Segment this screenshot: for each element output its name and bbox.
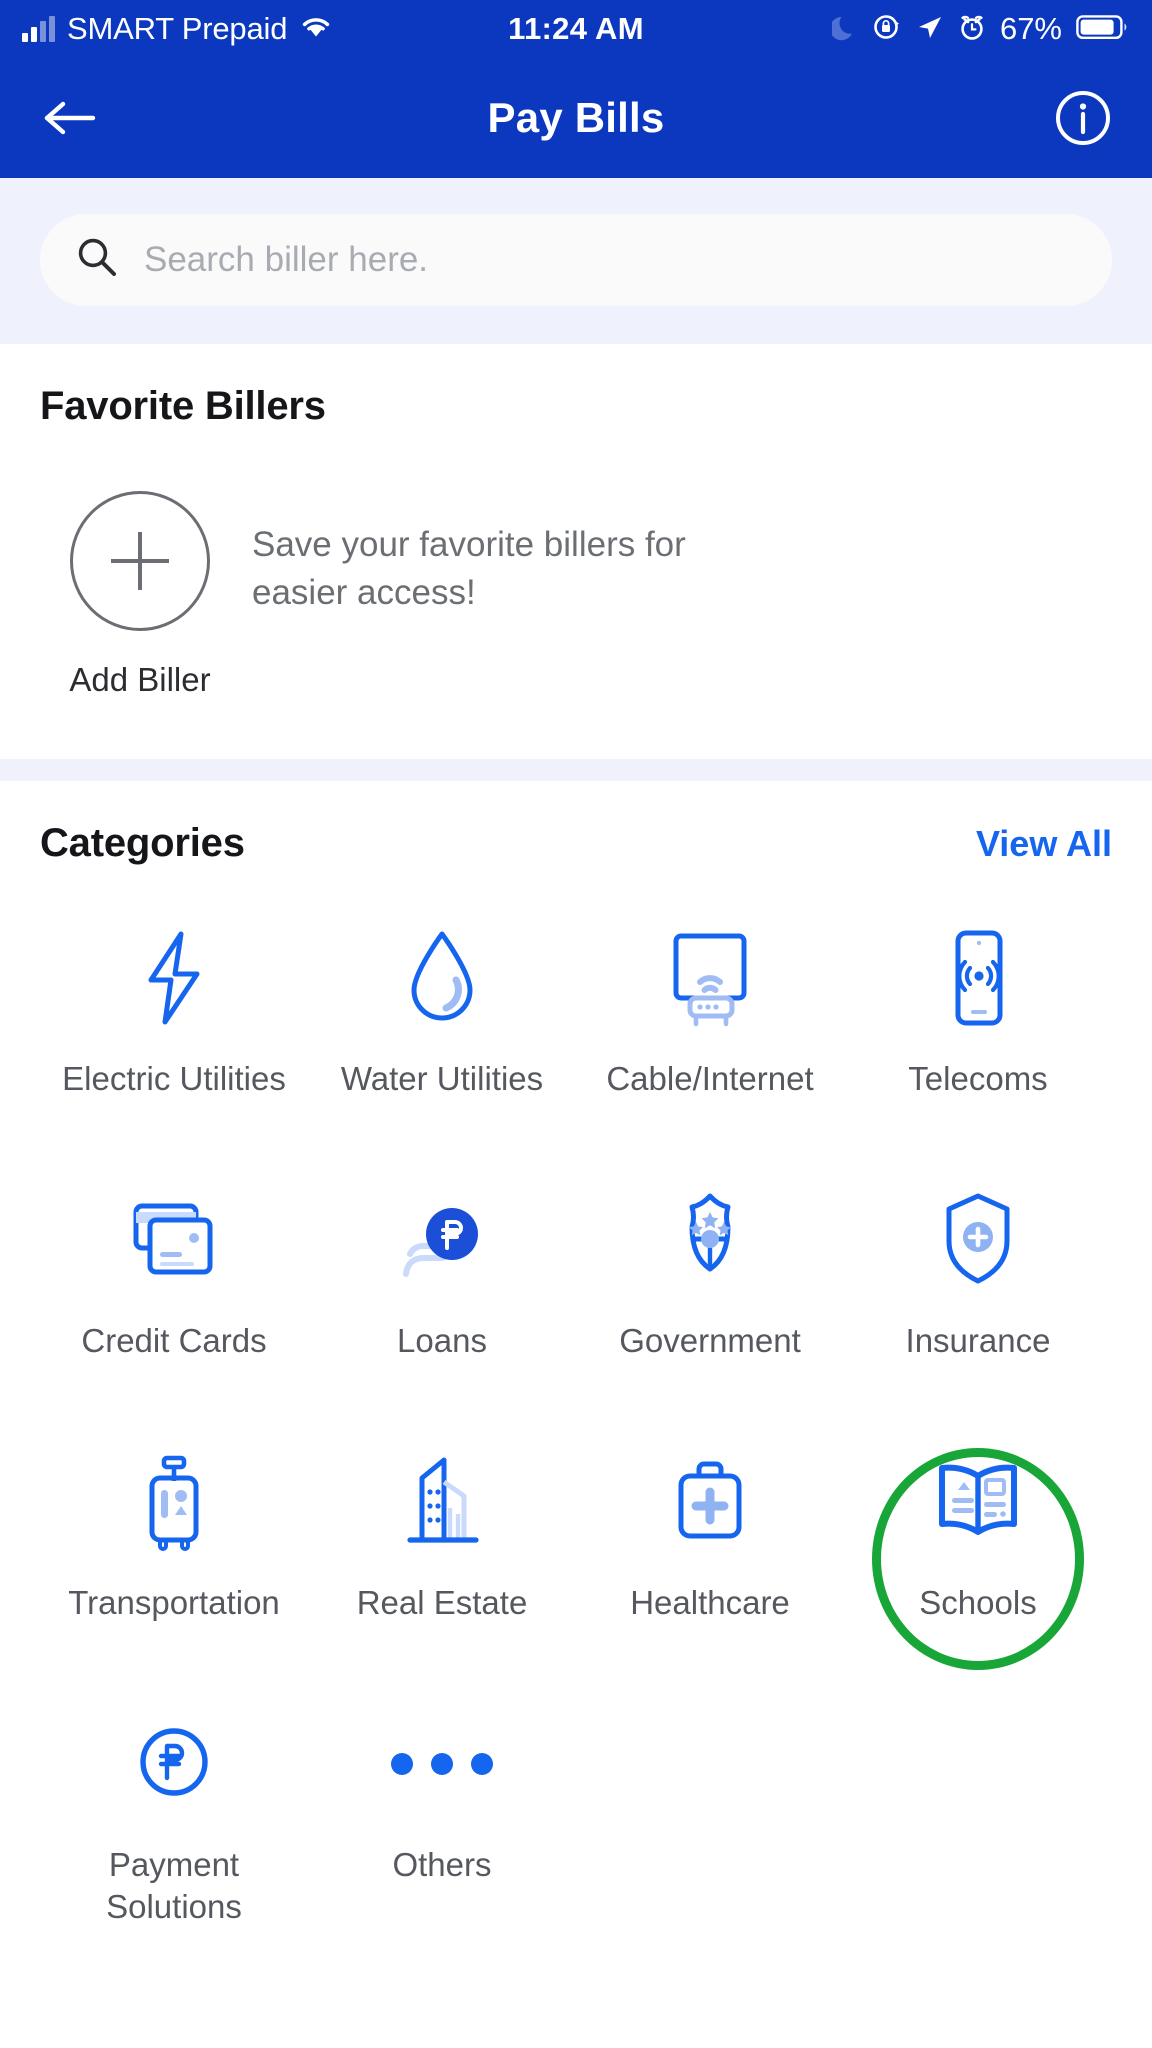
add-biller-button[interactable]: Add Biller (40, 491, 240, 699)
category-label: Cable/Internet (606, 1060, 814, 1097)
category-government[interactable]: Government (576, 1166, 844, 1428)
add-biller-label: Add Biller (69, 661, 211, 698)
category-credit-cards[interactable]: Credit Cards (40, 1166, 308, 1428)
category-others[interactable]: Others (308, 1690, 576, 1952)
luggage-icon (134, 1450, 214, 1554)
hand-peso-coin-icon (390, 1188, 494, 1292)
category-label: Government (619, 1322, 801, 1359)
buildings-icon (392, 1450, 492, 1554)
category-label: Payment Solutions (106, 1846, 242, 1926)
battery-percent-label: 67% (999, 11, 1062, 46)
peso-circle-icon (130, 1712, 218, 1816)
category-cable-internet[interactable]: Cable/Internet (576, 904, 844, 1166)
category-label: Insurance (905, 1322, 1051, 1359)
info-circle-icon (1056, 91, 1110, 145)
category-electric-utilities[interactable]: Electric Utilities (40, 904, 308, 1166)
favorite-billers-section: Favorite Billers Add Biller Save your fa… (0, 344, 1152, 759)
search-placeholder: Search biller here. (144, 240, 429, 279)
alarm-icon (958, 12, 986, 47)
category-healthcare[interactable]: Healthcare (576, 1428, 844, 1690)
category-real-estate[interactable]: Real Estate (308, 1428, 576, 1690)
categories-grid: Electric Utilities Water Utilities Cable… (40, 904, 1112, 1952)
categories-section: Categories View All Electric Utilities W… (0, 781, 1152, 1952)
tv-router-icon (658, 926, 762, 1030)
search-input[interactable]: Search biller here. (40, 214, 1112, 306)
search-icon (74, 235, 120, 286)
category-schools[interactable]: Schools (844, 1428, 1112, 1690)
arrow-left-icon (44, 101, 96, 135)
rotation-lock-icon (872, 12, 902, 47)
page-title: Pay Bills (487, 94, 665, 141)
category-insurance[interactable]: Insurance (844, 1166, 1112, 1428)
app-bar: Pay Bills (0, 58, 1152, 178)
section-divider (0, 759, 1152, 781)
search-section: Search biller here. (0, 178, 1152, 344)
favorite-billers-title: Favorite Billers (40, 384, 326, 428)
favorites-empty-message: Save your favorite billers for easier ac… (252, 525, 686, 613)
moon-icon (829, 13, 858, 46)
categories-title: Categories (40, 821, 245, 865)
water-droplet-icon (402, 926, 482, 1030)
wifi-icon (299, 14, 333, 45)
status-bar: SMART Prepaid 11:24 AM 67% (0, 0, 1152, 58)
lightning-bolt-icon (135, 926, 213, 1030)
pay-bills-screen: SMART Prepaid 11:24 AM 67% Pay Bills Sea… (0, 0, 1152, 2048)
category-label: Telecoms (908, 1060, 1048, 1097)
credit-cards-icon (122, 1188, 226, 1292)
clock-label: 11:24 AM (508, 11, 644, 46)
back-button[interactable] (34, 83, 104, 153)
status-bar-left: SMART Prepaid (22, 11, 508, 47)
medical-briefcase-icon (667, 1450, 753, 1554)
ellipsis-icon (391, 1712, 493, 1816)
signal-bars-icon (22, 16, 55, 42)
categories-header: Categories View All (40, 821, 1112, 866)
category-water-utilities[interactable]: Water Utilities (308, 904, 576, 1166)
info-button[interactable] (1048, 83, 1118, 153)
category-label: Water Utilities (340, 1060, 544, 1097)
category-label: Schools (919, 1584, 1037, 1621)
plus-icon (111, 532, 169, 590)
status-bar-right: 67% (644, 11, 1130, 47)
add-biller-circle (70, 491, 210, 631)
location-arrow-icon (916, 13, 944, 46)
category-label: Electric Utilities (62, 1060, 286, 1097)
category-label: Credit Cards (81, 1322, 267, 1359)
category-label: Healthcare (630, 1584, 790, 1621)
category-label: Transportation (68, 1584, 280, 1621)
shield-stars-badge-icon (664, 1188, 756, 1292)
status-bar-center: 11:24 AM (508, 11, 644, 47)
category-label: Others (392, 1846, 492, 1883)
category-transportation[interactable]: Transportation (40, 1428, 308, 1690)
view-all-button[interactable]: View All (976, 823, 1112, 865)
battery-icon (1076, 13, 1130, 46)
open-book-icon (928, 1450, 1028, 1554)
category-telecoms[interactable]: Telecoms (844, 904, 1112, 1166)
category-label: Loans (397, 1322, 487, 1359)
shield-plus-icon (935, 1188, 1021, 1292)
category-payment-solutions[interactable]: Payment Solutions (40, 1690, 308, 1952)
category-loans[interactable]: Loans (308, 1166, 576, 1428)
favorite-billers-body: Add Biller Save your favorite billers fo… (40, 491, 1112, 699)
category-label: Real Estate (356, 1584, 528, 1621)
carrier-label: SMART Prepaid (67, 11, 288, 46)
mobile-signal-icon (942, 926, 1014, 1030)
